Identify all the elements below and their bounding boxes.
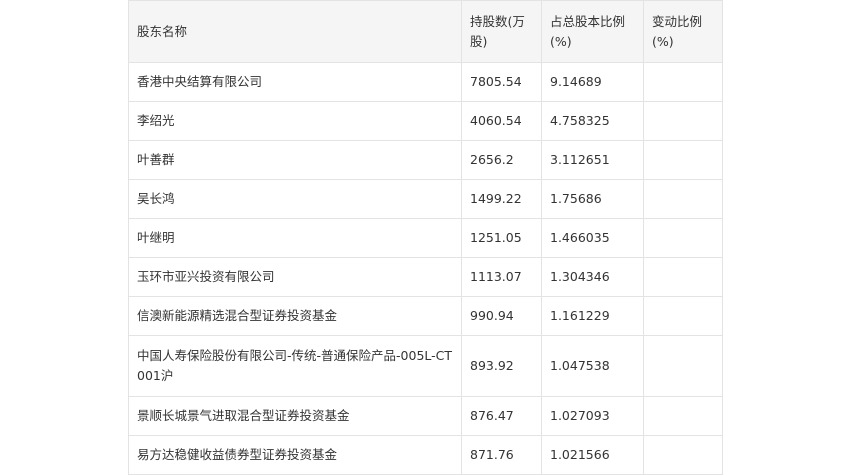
header-change-ratio: 变动比例(%) [643, 0, 723, 63]
cell-shares: 2656.2 [461, 140, 542, 180]
cell-change-ratio [643, 257, 723, 297]
cell-shareholder-name: 景顺长城景气进取混合型证券投资基金 [128, 396, 462, 436]
header-shares: 持股数(万股) [461, 0, 542, 63]
cell-share-ratio: 1.047538 [541, 335, 644, 397]
shareholder-table: 股东名称 持股数(万股) 占总股本比例(%) 变动比例(%) 香港中央结算有限公… [128, 0, 723, 475]
cell-share-ratio: 1.304346 [541, 257, 644, 297]
cell-share-ratio: 1.75686 [541, 179, 644, 219]
cell-shareholder-name: 香港中央结算有限公司 [128, 62, 462, 102]
cell-shares: 893.92 [461, 335, 542, 397]
cell-shares: 876.47 [461, 396, 542, 436]
table-row: 易方达稳健收益债券型证券投资基金 871.76 1.021566 [128, 435, 723, 475]
table-row: 吴长鸿 1499.22 1.75686 [128, 179, 723, 219]
table-row: 中国人寿保险股份有限公司-传统-普通保险产品-005L-CT001沪 893.9… [128, 335, 723, 397]
table-row: 信澳新能源精选混合型证券投资基金 990.94 1.161229 [128, 296, 723, 336]
cell-change-ratio [643, 296, 723, 336]
cell-shares: 4060.54 [461, 101, 542, 141]
cell-shareholder-name: 叶善群 [128, 140, 462, 180]
table-row: 李绍光 4060.54 4.758325 [128, 101, 723, 141]
cell-shareholder-name: 易方达稳健收益债券型证券投资基金 [128, 435, 462, 475]
cell-change-ratio [643, 101, 723, 141]
cell-shareholder-name: 中国人寿保险股份有限公司-传统-普通保险产品-005L-CT001沪 [128, 335, 462, 397]
cell-share-ratio: 9.14689 [541, 62, 644, 102]
table-row: 叶善群 2656.2 3.112651 [128, 140, 723, 180]
cell-shareholder-name: 玉环市亚兴投资有限公司 [128, 257, 462, 297]
cell-shares: 1499.22 [461, 179, 542, 219]
cell-shares: 1251.05 [461, 218, 542, 258]
cell-share-ratio: 3.112651 [541, 140, 644, 180]
cell-share-ratio: 1.161229 [541, 296, 644, 336]
cell-shareholder-name: 叶继明 [128, 218, 462, 258]
table-header-row: 股东名称 持股数(万股) 占总股本比例(%) 变动比例(%) [128, 0, 723, 63]
cell-change-ratio [643, 218, 723, 258]
cell-shares: 871.76 [461, 435, 542, 475]
shareholder-table-container: 股东名称 持股数(万股) 占总股本比例(%) 变动比例(%) 香港中央结算有限公… [128, 0, 723, 475]
cell-shareholder-name: 李绍光 [128, 101, 462, 141]
cell-share-ratio: 4.758325 [541, 101, 644, 141]
cell-change-ratio [643, 435, 723, 475]
cell-shares: 1113.07 [461, 257, 542, 297]
cell-shares: 990.94 [461, 296, 542, 336]
cell-shareholder-name: 信澳新能源精选混合型证券投资基金 [128, 296, 462, 336]
cell-change-ratio [643, 335, 723, 397]
table-row: 玉环市亚兴投资有限公司 1113.07 1.304346 [128, 257, 723, 297]
table-row: 叶继明 1251.05 1.466035 [128, 218, 723, 258]
cell-change-ratio [643, 62, 723, 102]
cell-share-ratio: 1.466035 [541, 218, 644, 258]
cell-share-ratio: 1.027093 [541, 396, 644, 436]
cell-share-ratio: 1.021566 [541, 435, 644, 475]
table-row: 香港中央结算有限公司 7805.54 9.14689 [128, 62, 723, 102]
cell-shares: 7805.54 [461, 62, 542, 102]
cell-change-ratio [643, 140, 723, 180]
cell-change-ratio [643, 179, 723, 219]
cell-change-ratio [643, 396, 723, 436]
table-row: 景顺长城景气进取混合型证券投资基金 876.47 1.027093 [128, 396, 723, 436]
cell-shareholder-name: 吴长鸿 [128, 179, 462, 219]
header-share-ratio: 占总股本比例(%) [541, 0, 644, 63]
header-shareholder-name: 股东名称 [128, 0, 462, 63]
